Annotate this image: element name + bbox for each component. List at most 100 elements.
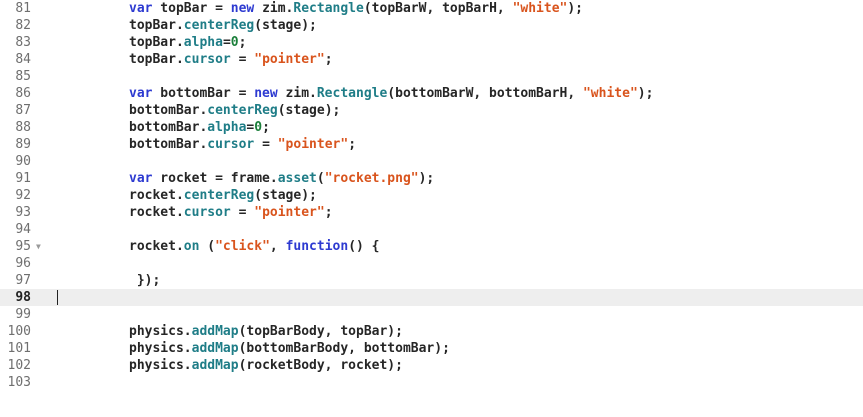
code-text: rocket.on ("click", function() { bbox=[129, 238, 380, 255]
code-token: ); bbox=[637, 86, 654, 101]
code-token: topBar. bbox=[129, 18, 184, 33]
line-number: 94 bbox=[15, 222, 31, 237]
code-token: 0 bbox=[254, 120, 263, 135]
code-text: physics.addMap(rocketBody, rocket); bbox=[129, 357, 403, 374]
code-line[interactable]: 97 }); bbox=[0, 272, 863, 289]
code-line[interactable]: 81 var topBar = new zim.Rectangle(topBarW… bbox=[0, 0, 863, 17]
code-line[interactable]: 95 ▼ rocket.on ("click", function() { bbox=[0, 238, 863, 255]
code-token: bottomBar. bbox=[129, 103, 208, 118]
code-token: "white" bbox=[512, 1, 568, 16]
code-token: "pointer" bbox=[254, 205, 325, 220]
code-line[interactable]: 84 topBar.cursor = "pointer"; bbox=[0, 51, 863, 68]
current-code-line[interactable]: 98 bbox=[0, 289, 863, 306]
code-token: alpha bbox=[183, 35, 223, 50]
code-line[interactable]: 88 bottomBar.alpha=0; bbox=[0, 119, 863, 136]
code-token: addMap bbox=[191, 358, 239, 373]
code-token: ; bbox=[324, 205, 333, 220]
code-token: Rectangle bbox=[316, 86, 388, 101]
code-token: var bbox=[129, 171, 153, 186]
line-number: 92 bbox=[15, 188, 31, 203]
fold-toggle-icon[interactable]: ▼ bbox=[36, 238, 41, 255]
code-text: bottomBar.alpha=0; bbox=[129, 119, 270, 136]
line-number: 91 bbox=[15, 171, 31, 186]
code-line[interactable]: 87 bottomBar.centerReg(stage); bbox=[0, 102, 863, 119]
code-token: new bbox=[254, 86, 278, 101]
code-token: = bbox=[254, 137, 278, 152]
code-text: rocket.centerReg(stage); bbox=[129, 187, 317, 204]
text-caret bbox=[57, 290, 58, 305]
code-token: (bottomBarBody, bottomBar); bbox=[238, 341, 450, 356]
code-text: topBar.centerReg(stage); bbox=[129, 17, 317, 34]
code-token: "white" bbox=[582, 86, 638, 101]
line-number: 98 bbox=[15, 290, 31, 305]
code-text: var rocket = frame.asset("rocket.png"); bbox=[129, 170, 434, 187]
code-text: rocket.cursor = "pointer"; bbox=[129, 204, 333, 221]
code-line[interactable]: 101 physics.addMap(bottomBarBody, bottomB… bbox=[0, 340, 863, 357]
code-line[interactable]: 100 physics.addMap(topBarBody, topBar); bbox=[0, 323, 863, 340]
code-token: (topBarBody, topBar); bbox=[238, 324, 403, 339]
line-number: 89 bbox=[15, 137, 31, 152]
line-number: 82 bbox=[15, 18, 31, 33]
code-token: topBar. bbox=[129, 35, 184, 50]
code-line[interactable]: 90 bbox=[0, 153, 863, 170]
line-number: 100 bbox=[7, 324, 31, 339]
code-editor[interactable]: 81 var topBar = new zim.Rectangle(topBarW… bbox=[0, 0, 863, 417]
code-line[interactable]: 96 bbox=[0, 255, 863, 272]
line-number: 90 bbox=[15, 154, 31, 169]
code-token: ); bbox=[567, 1, 584, 16]
code-token: ; bbox=[348, 137, 357, 152]
code-line[interactable]: 91 var rocket = frame.asset("rocket.png")… bbox=[0, 170, 863, 187]
code-token: alpha bbox=[207, 120, 247, 135]
code-text: bottomBar.cursor = "pointer"; bbox=[129, 136, 356, 153]
code-token: ; bbox=[324, 52, 333, 67]
code-token: ( bbox=[199, 239, 216, 254]
code-token: function bbox=[285, 239, 349, 254]
code-token: cursor bbox=[183, 52, 231, 67]
code-token: rocket. bbox=[129, 188, 184, 203]
code-text: }); bbox=[129, 272, 161, 289]
code-token: (rocketBody, rocket); bbox=[238, 358, 403, 373]
code-line[interactable]: 89 bottomBar.cursor = "pointer"; bbox=[0, 136, 863, 153]
code-token: (topBarW, topBarH, bbox=[363, 1, 513, 16]
code-token: physics. bbox=[129, 358, 192, 373]
code-token: topBar = bbox=[152, 1, 231, 16]
code-token: }); bbox=[129, 273, 161, 288]
line-number: 102 bbox=[7, 358, 31, 373]
code-token: physics. bbox=[129, 324, 192, 339]
code-line[interactable]: 82 topBar.centerReg(stage); bbox=[0, 17, 863, 34]
line-number: 96 bbox=[15, 256, 31, 271]
line-number: 81 bbox=[15, 1, 31, 16]
code-line[interactable]: 102 physics.addMap(rocketBody, rocket); bbox=[0, 357, 863, 374]
code-token: asset bbox=[277, 171, 317, 186]
code-line[interactable]: 86 var bottomBar = new zim.Rectangle(bott… bbox=[0, 85, 863, 102]
code-line[interactable]: 83 topBar.alpha=0; bbox=[0, 34, 863, 51]
code-line[interactable]: 85 bbox=[0, 68, 863, 85]
code-line[interactable]: 99 bbox=[0, 306, 863, 323]
code-line[interactable]: 92 rocket.centerReg(stage); bbox=[0, 187, 863, 204]
code-token: bottomBar. bbox=[129, 120, 208, 135]
code-token: = bbox=[230, 205, 255, 220]
line-number: 99 bbox=[15, 307, 31, 322]
code-text: physics.addMap(topBarBody, topBar); bbox=[129, 323, 403, 340]
code-token: centerReg bbox=[183, 18, 255, 33]
code-token: , bbox=[269, 239, 286, 254]
code-line[interactable]: 94 bbox=[0, 221, 863, 238]
line-number: 83 bbox=[15, 35, 31, 50]
code-token: addMap bbox=[191, 341, 239, 356]
line-number: 86 bbox=[15, 86, 31, 101]
code-token: on bbox=[183, 239, 200, 254]
code-token: rocket. bbox=[129, 205, 184, 220]
code-text: physics.addMap(bottomBarBody, bottomBar)… bbox=[129, 340, 450, 357]
line-number: 85 bbox=[15, 69, 31, 84]
code-token: (stage); bbox=[254, 18, 317, 33]
code-text: bottomBar.centerReg(stage); bbox=[129, 102, 340, 119]
code-token: = bbox=[222, 35, 231, 50]
code-token: ; bbox=[262, 120, 270, 135]
code-token: Rectangle bbox=[293, 1, 364, 16]
line-number: 103 bbox=[7, 375, 31, 390]
code-token: addMap bbox=[191, 324, 239, 339]
code-line[interactable]: 93 rocket.cursor = "pointer"; bbox=[0, 204, 863, 221]
code-token: var bbox=[129, 1, 153, 16]
code-token: 0 bbox=[230, 35, 239, 50]
code-line[interactable]: 103 bbox=[0, 374, 863, 391]
